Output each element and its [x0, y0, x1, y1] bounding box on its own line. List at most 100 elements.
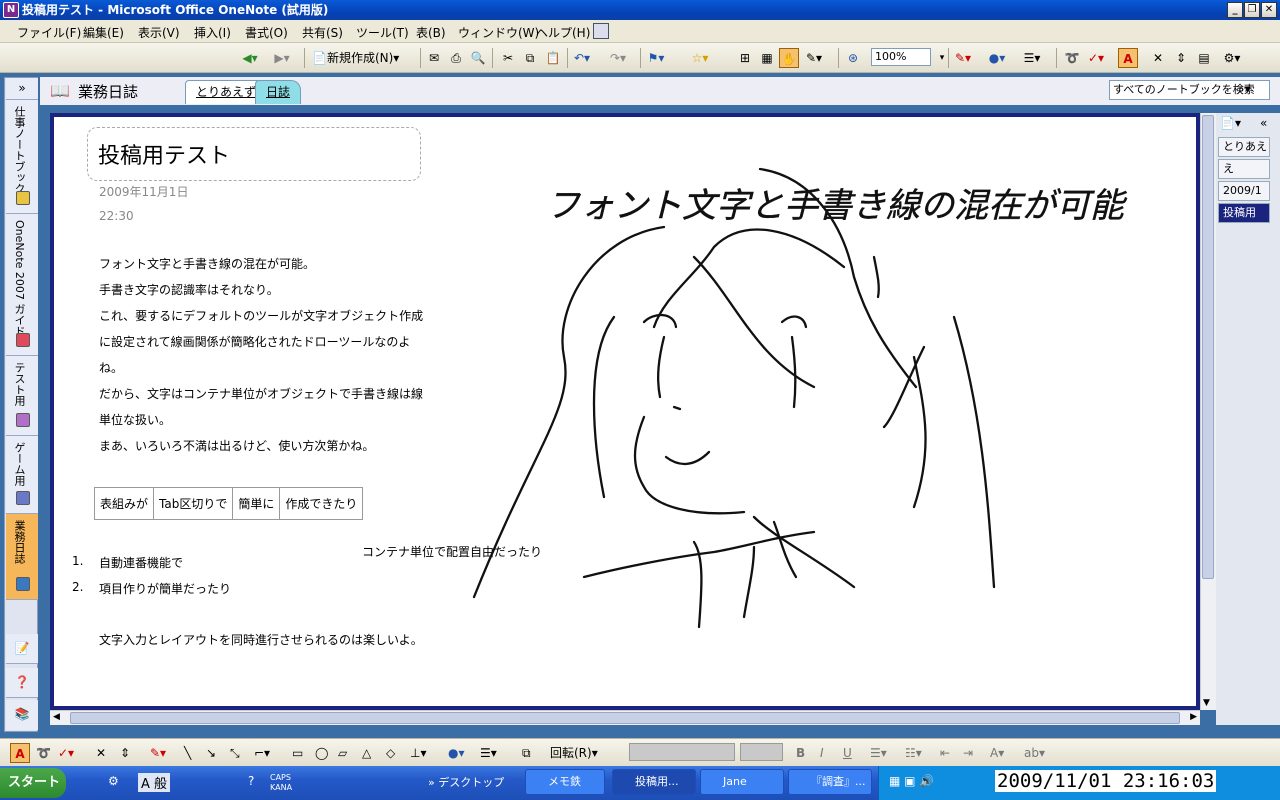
- graph-icon[interactable]: ⊥▾: [410, 743, 426, 763]
- outdent-icon[interactable]: ⇤: [940, 743, 950, 763]
- eraser-icon[interactable]: ✓▾: [1086, 48, 1106, 68]
- onenote-app-icon[interactable]: N: [3, 2, 19, 18]
- vertical-scrollbar[interactable]: ▼: [1200, 113, 1216, 710]
- font-size-select[interactable]: [740, 743, 783, 761]
- maximize-button[interactable]: ❐: [1244, 2, 1260, 18]
- arrow-icon[interactable]: ↘: [206, 743, 216, 763]
- notebook-tab-guide[interactable]: OneNote 2007 ガイド: [6, 214, 38, 356]
- page-tab[interactable]: とりあえ: [1218, 137, 1270, 157]
- numbering-icon[interactable]: ☷▾: [905, 743, 922, 763]
- search-icon[interactable]: ⌕▾: [1238, 82, 1251, 97]
- ellipse-icon[interactable]: ◯: [315, 743, 328, 763]
- notebook-tab-work[interactable]: 仕事ノートブック: [6, 100, 38, 214]
- axis-icon[interactable]: ⌐▾: [254, 743, 270, 763]
- scroll-down-icon[interactable]: ▼: [1203, 698, 1210, 708]
- collapse-nav-button[interactable]: »: [6, 78, 38, 100]
- section-tab-diary[interactable]: 日誌: [255, 80, 302, 104]
- menu-insert[interactable]: 挿入(I): [194, 24, 231, 41]
- mail-icon[interactable]: ✉: [424, 48, 444, 68]
- italic-button[interactable]: I: [820, 743, 824, 763]
- ime-indicator[interactable]: A 般: [138, 773, 171, 792]
- taskbar-button-jane[interactable]: Jane: [700, 769, 784, 795]
- menu-tools[interactable]: ツール(T): [356, 24, 409, 41]
- pen-mode-icon[interactable]: ✋: [779, 48, 799, 68]
- line-weight-icon[interactable]: ☰▾: [1022, 48, 1042, 68]
- fill-color-icon[interactable]: ●▾: [448, 743, 465, 763]
- insert-space-vert-icon[interactable]: ⇕: [1171, 48, 1191, 68]
- help-icon[interactable]: [593, 23, 609, 39]
- indent-icon[interactable]: ⇥: [963, 743, 973, 763]
- font-color-icon[interactable]: A▾: [990, 743, 1004, 763]
- desktop-toolbar[interactable]: » デスクトップ: [428, 774, 504, 790]
- menu-view[interactable]: 表示(V): [138, 24, 180, 41]
- star-icon[interactable]: ☆▾: [690, 48, 710, 68]
- horizontal-scrollbar[interactable]: ◀ ▶: [50, 710, 1200, 725]
- menu-window[interactable]: ウィンドウ(W): [458, 24, 539, 41]
- menu-help[interactable]: ヘルプ(H): [536, 24, 590, 41]
- triangle-icon[interactable]: △: [362, 743, 371, 763]
- handwriting-ink-layer[interactable]: フォント文字と手書き線の混在が可能: [54, 117, 1196, 706]
- double-arrow-icon[interactable]: ⤡: [230, 743, 240, 763]
- minimize-button[interactable]: _: [1227, 2, 1243, 18]
- lasso-icon[interactable]: ➰: [36, 743, 51, 763]
- font-select[interactable]: [629, 743, 735, 761]
- delete-icon[interactable]: ✕: [96, 743, 106, 763]
- page-tab[interactable]: 2009/1: [1218, 181, 1270, 201]
- taskbar-button-research[interactable]: 『調査』...: [788, 769, 872, 795]
- pen-icon[interactable]: ✎▾: [804, 48, 824, 68]
- options-icon[interactable]: ⚙▾: [1222, 48, 1242, 68]
- print-icon[interactable]: ⎙: [446, 48, 466, 68]
- redo-icon[interactable]: ↷▾: [608, 48, 628, 68]
- back-icon[interactable]: ◀▾: [240, 48, 260, 68]
- h-scroll-thumb[interactable]: [70, 712, 1180, 724]
- delete-icon[interactable]: ✕: [1148, 48, 1168, 68]
- page-tab[interactable]: え: [1218, 159, 1270, 179]
- quicklaunch-icon[interactable]: ⚙: [108, 774, 119, 788]
- page-list-icon[interactable]: ▤: [1194, 48, 1214, 68]
- arrange-icon[interactable]: ⧉: [522, 743, 531, 763]
- highlight-icon[interactable]: ab▾: [1024, 743, 1045, 763]
- cut-icon[interactable]: ✂: [498, 48, 518, 68]
- type-mode-icon[interactable]: A: [10, 743, 30, 763]
- copy-icon[interactable]: ⧉: [520, 48, 540, 68]
- notebook-tab-game[interactable]: ゲーム用: [6, 436, 38, 514]
- menu-share[interactable]: 共有(S): [302, 24, 343, 41]
- new-page-button[interactable]: 📄新規作成(N)▾: [312, 48, 399, 68]
- scroll-right-icon[interactable]: ▶: [1190, 712, 1197, 722]
- pen-color-icon[interactable]: ✎▾: [953, 48, 973, 68]
- all-notebooks-icon[interactable]: 📚: [6, 700, 38, 730]
- menu-edit[interactable]: 編集(E): [83, 24, 124, 41]
- notebook-tab-diary[interactable]: 業務日誌: [6, 514, 38, 600]
- diamond-icon[interactable]: ◇: [386, 743, 395, 763]
- forward-icon[interactable]: ▶▾: [272, 48, 292, 68]
- line-icon[interactable]: ╲: [184, 743, 191, 763]
- type-mode-icon[interactable]: A: [1118, 48, 1138, 68]
- undo-icon[interactable]: ↶▾: [572, 48, 592, 68]
- eraser-icon[interactable]: ✓▾: [58, 743, 74, 763]
- notebook-tab-test[interactable]: テスト用: [6, 356, 38, 436]
- pen-color-icon[interactable]: ✎▾: [150, 743, 166, 763]
- scroll-thumb[interactable]: [1202, 115, 1214, 579]
- note-page[interactable]: 投稿用テスト 2009年11月1日 22:30 フォント文字と手書き線の混在が可…: [54, 117, 1196, 706]
- collapse-tabs-icon[interactable]: «: [1260, 116, 1267, 130]
- close-button[interactable]: ✕: [1261, 2, 1277, 18]
- line-weight-icon[interactable]: ☰▾: [480, 743, 497, 763]
- bold-button[interactable]: B: [796, 743, 805, 763]
- rectangle-icon[interactable]: ▭: [292, 743, 303, 763]
- new-page-icon[interactable]: 📄▾: [1220, 116, 1241, 130]
- paste-icon[interactable]: 📋: [543, 48, 563, 68]
- tray-icons[interactable]: ▦ ▣ 🔊: [889, 774, 934, 788]
- zoom-dropdown-icon[interactable]: ▾: [932, 48, 952, 68]
- parallelogram-icon[interactable]: ▱: [338, 743, 347, 763]
- taskbar-button-memo[interactable]: メモ鉄: [525, 769, 605, 795]
- highlighter-icon[interactable]: ●▾: [987, 48, 1007, 68]
- taskbar-button-onenote[interactable]: 投稿用...: [612, 769, 696, 795]
- grid-icon[interactable]: ▦: [757, 48, 777, 68]
- insert-space-icon[interactable]: ⇕: [120, 743, 130, 763]
- underline-button[interactable]: U: [843, 743, 852, 763]
- unfiled-notes-icon[interactable]: 📝: [6, 634, 38, 664]
- menu-table[interactable]: 表(B): [416, 24, 446, 41]
- rotate-menu[interactable]: 回転(R)▾: [550, 743, 598, 763]
- page-tab-active[interactable]: 投稿用: [1218, 203, 1270, 223]
- tag-icon[interactable]: ⚑▾: [646, 48, 666, 68]
